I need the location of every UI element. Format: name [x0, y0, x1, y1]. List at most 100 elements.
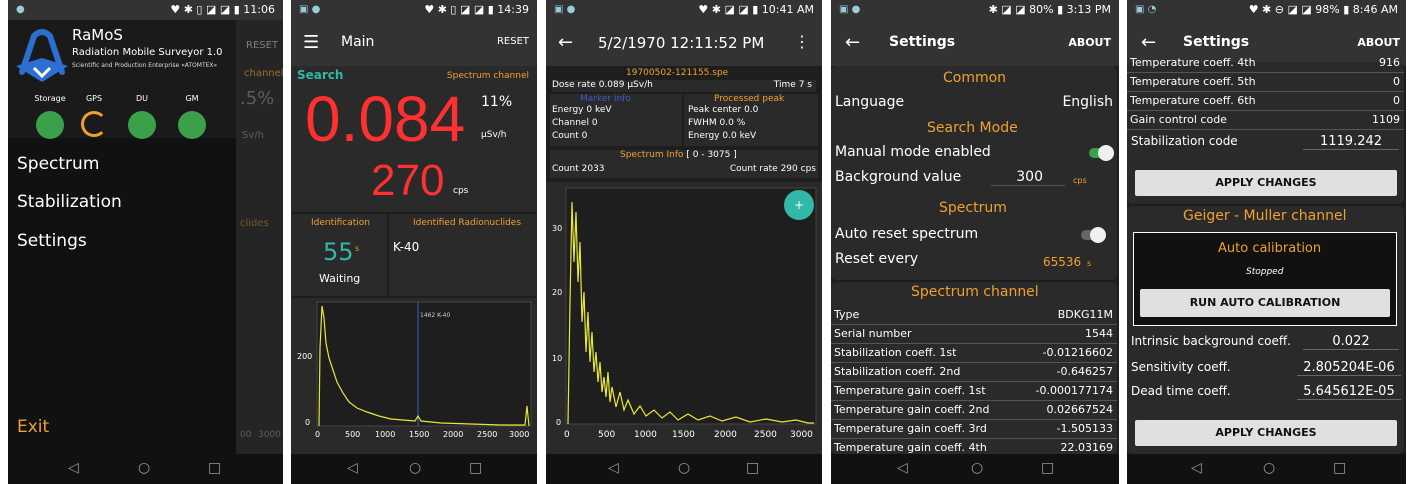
spectrum-channel-heading: Spectrum channel: [911, 284, 1039, 300]
search-label: Search: [297, 68, 344, 82]
page-title: Main: [341, 34, 375, 50]
stabilization-code-label: Stabilization code: [1131, 134, 1238, 148]
x-tick: 1000: [634, 430, 657, 440]
apply-changes-button[interactable]: APPLY CHANGES: [1135, 420, 1397, 446]
about-button[interactable]: ABOUT: [1357, 36, 1400, 49]
app-company: Scientific and Production Enterprise «AT…: [72, 62, 218, 69]
overflow-menu-icon[interactable]: ⋮: [794, 32, 810, 51]
dose-rate-row: Dose rate 0.089 µSv/h Time 7 s: [552, 80, 816, 92]
background-value-input[interactable]: 300: [991, 169, 1065, 186]
add-fab-button[interactable]: +: [784, 190, 814, 220]
back-nav-button[interactable]: ◁: [1191, 460, 1202, 476]
count-rate-value: 290: [780, 164, 798, 174]
identification-status: Waiting: [319, 272, 361, 285]
x-tick: 500: [598, 430, 616, 440]
nav-bar: ◁ ○ □: [1127, 454, 1406, 484]
indicator-label: Storage: [34, 94, 66, 103]
count-rate-unit: cps: [453, 186, 469, 196]
x-tick: 0: [315, 430, 321, 439]
apply-changes-button[interactable]: APPLY CHANGES: [1135, 170, 1397, 196]
gm-channel-heading: Geiger - Muller channel: [1183, 208, 1347, 224]
y-tick: 10: [552, 354, 563, 363]
indicator-label: GPS: [85, 94, 103, 103]
sensitivity-input[interactable]: 2.805204E-06: [1297, 360, 1401, 376]
menu-item-spectrum[interactable]: Spectrum: [17, 154, 99, 174]
home-nav-button[interactable]: ○: [1263, 460, 1275, 476]
home-nav-button[interactable]: ○: [678, 460, 690, 476]
phone-5-settings: ▣ ◔ ♥ ✱ ⊖ ◪ ◪ 98% ▮ 8:46 AM ← Settings A…: [1127, 0, 1406, 484]
status-icons: ♥ ✱ ◪ ◪ ▮: [698, 3, 762, 16]
manual-mode-toggle[interactable]: [1089, 145, 1114, 161]
plus-icon: +: [793, 198, 805, 212]
menu-item-settings[interactable]: Settings: [17, 231, 87, 251]
back-arrow-icon[interactable]: ←: [558, 32, 573, 53]
run-auto-calibration-button[interactable]: RUN AUTO CALIBRATION: [1140, 289, 1390, 317]
settings-row-value: 1544: [1085, 327, 1113, 340]
x-tick: 500: [345, 430, 361, 439]
settings-row-value: 0: [1393, 75, 1400, 88]
dead-time-input[interactable]: 5.645612E-05: [1297, 384, 1401, 400]
spectrum-info-row: Spectrum Info [ 0 - 3075 ] Count 2033 Co…: [550, 150, 818, 178]
about-button[interactable]: ABOUT: [1068, 36, 1111, 49]
settings-row-value: -0.01216602: [1042, 346, 1113, 359]
auto-reset-toggle[interactable]: [1081, 227, 1106, 243]
back-nav-button[interactable]: ◁: [608, 460, 619, 476]
language-value[interactable]: English: [1062, 94, 1113, 110]
home-nav-button[interactable]: ○: [138, 460, 150, 476]
status-ok-icon: [128, 111, 156, 139]
reset-button[interactable]: RESET: [497, 36, 529, 47]
recent-nav-button[interactable]: □: [208, 460, 221, 476]
count-label: Count: [552, 131, 579, 141]
toggle-knob: [1090, 227, 1106, 243]
nuclide-item: K-40: [393, 240, 420, 254]
recent-nav-button[interactable]: □: [469, 460, 482, 476]
back-arrow-icon[interactable]: ←: [845, 32, 860, 53]
home-nav-button[interactable]: ○: [971, 460, 983, 476]
y-tick: 30: [552, 224, 563, 233]
energy-unit: keV: [595, 105, 612, 115]
time-label: Time: [773, 80, 796, 90]
info-panel: 19700502-121155.spe Dose rate 0.089 µSv/…: [546, 66, 822, 180]
recent-nav-button[interactable]: □: [1041, 460, 1054, 476]
dose-rate-unit: µSv/h: [627, 80, 653, 90]
reset-every-value[interactable]: 65536: [1043, 255, 1081, 269]
status-time: 10:41 AM: [761, 3, 814, 16]
row-divider: [831, 362, 1117, 363]
y-tick: 200: [297, 352, 313, 361]
back-arrow-icon[interactable]: ←: [1141, 32, 1156, 53]
settings-row-label: Gain control code: [1130, 113, 1227, 126]
recent-nav-button[interactable]: □: [746, 460, 759, 476]
row-divider: [831, 419, 1117, 420]
settings-row-value: 916: [1379, 56, 1400, 69]
energy-label: Energy: [552, 105, 584, 115]
spectrum-channel-card: Spectrum channel Type BDKG11M Serial numbe…: [831, 282, 1117, 458]
back-nav-button[interactable]: ◁: [897, 460, 908, 476]
recent-nav-button[interactable]: □: [1333, 460, 1346, 476]
dose-rate-value: 0.089: [598, 80, 625, 90]
count-label: Count: [552, 164, 579, 174]
dose-rate-label: Dose rate: [552, 80, 596, 90]
menu-item-stabilization[interactable]: Stabilization: [17, 192, 122, 212]
spectrum-range: [ 0 - 3075 ]: [686, 150, 737, 160]
auto-calibration-box: Auto calibration Stopped RUN AUTO CALIBR…: [1133, 232, 1397, 326]
channel-label: Channel: [552, 118, 589, 128]
nav-bar: ◁ ○ □: [546, 454, 822, 484]
status-icons: ♥ ✱ ⊖ ◪ ◪: [1248, 3, 1316, 16]
status-time: 11:06: [243, 3, 275, 16]
intrinsic-background-input[interactable]: 0.022: [1303, 334, 1399, 350]
stabilization-code-input[interactable]: 1119.242: [1303, 134, 1399, 150]
gm-channel-card: Geiger - Muller channel Auto calibration…: [1127, 206, 1404, 454]
x-tick: 0: [564, 430, 570, 440]
row-divider: [831, 324, 1117, 325]
back-nav-button[interactable]: ◁: [68, 460, 79, 476]
settings-row-label: Stabilization coeff. 1st: [834, 346, 957, 359]
hamburger-menu-icon[interactable]: ☰: [303, 32, 319, 53]
file-name: 19700502-121155.spe: [626, 68, 729, 78]
menu-item-exit[interactable]: Exit: [17, 417, 49, 437]
home-nav-button[interactable]: ○: [409, 460, 421, 476]
x-tick: 2500: [754, 430, 777, 440]
top-bar: ← Settings ABOUT: [831, 20, 1119, 66]
search-panel: Search Spectrum channel 0.084 11% µSv/h …: [291, 66, 537, 212]
back-nav-button[interactable]: ◁: [347, 460, 358, 476]
top-bar: ☰ Main RESET: [291, 20, 537, 66]
